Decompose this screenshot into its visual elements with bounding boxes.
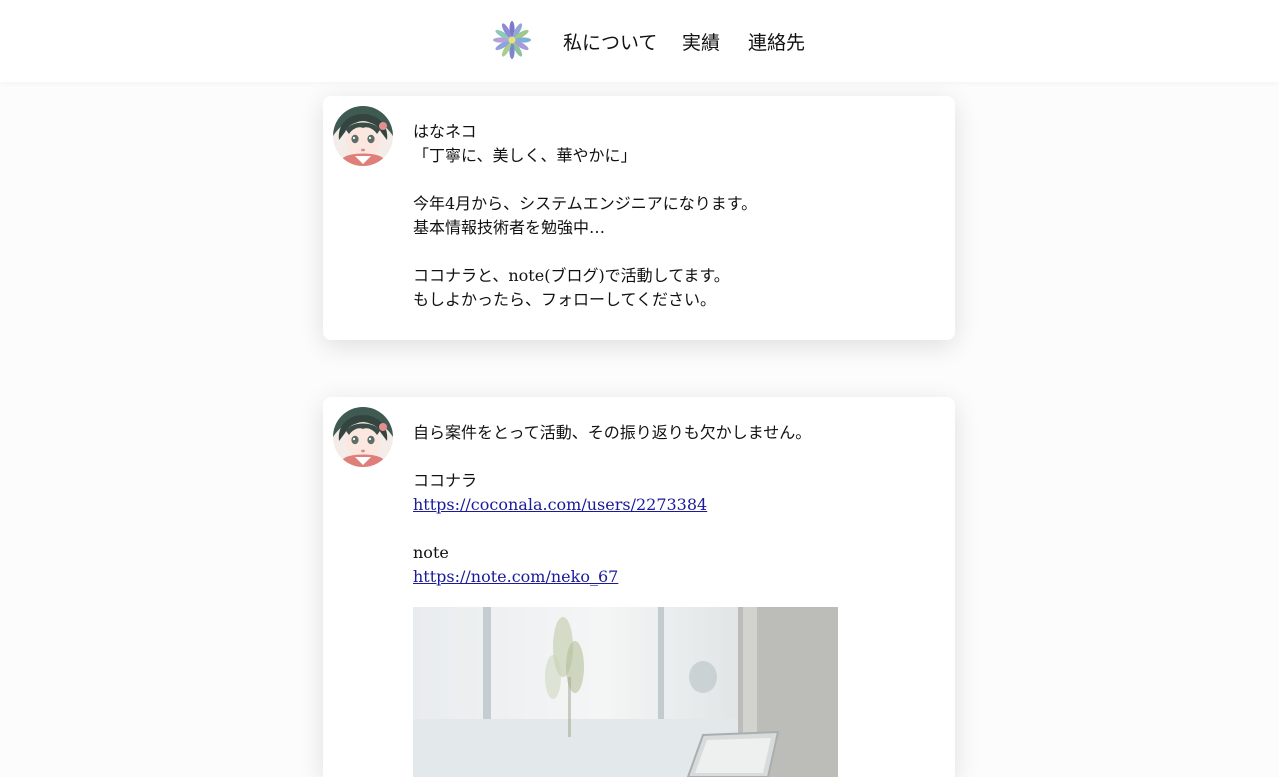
profile-line: 基本情報技術者を勉強中… (413, 218, 606, 237)
works-card: 自ら案件をとって活動、その振り返りも欠かしません。 ココナラ https://c… (323, 397, 955, 777)
profile-line: ココナラと、note(ブログ)で活動してます。 (413, 266, 730, 285)
avatar[interactable] (333, 106, 393, 166)
anime-girl-avatar-icon (333, 106, 393, 166)
note-label: note (413, 543, 449, 562)
office-photo-image (413, 607, 838, 777)
profile-motto: 「丁寧に、美しく、華やかに」 (413, 146, 637, 165)
anime-girl-avatar-icon (333, 407, 393, 467)
site-header: 私について 実績 連絡先 (0, 0, 1279, 82)
profile-line: もしよかったら、フォローしてください。 (413, 290, 717, 309)
coconala-link[interactable]: https://coconala.com/users/2273384 (413, 493, 933, 517)
avatar[interactable] (333, 407, 393, 467)
profile-line: 今年4月から、システムエンジニアになります。 (413, 194, 758, 213)
nav-about-link[interactable]: 私について (563, 30, 657, 56)
coconala-label: ココナラ (413, 471, 478, 490)
works-intro: 自ら案件をとって活動、その振り返りも欠かしません。 (413, 423, 812, 442)
profile-card: はなネコ 「丁寧に、美しく、華やかに」 今年4月から、システムエンジニアになりま… (323, 96, 955, 340)
works-text: 自ら案件をとって活動、その振り返りも欠かしません。 ココナラ https://c… (413, 421, 933, 589)
nav-contact-link[interactable]: 連絡先 (748, 30, 805, 56)
profile-text: はなネコ 「丁寧に、美しく、華やかに」 今年4月から、システムエンジニアになりま… (413, 120, 933, 312)
profile-name: はなネコ (413, 122, 477, 141)
flower-logo-icon[interactable] (493, 21, 531, 59)
office-laptop-photo (413, 607, 838, 777)
nav-works-link[interactable]: 実績 (682, 30, 720, 56)
note-link[interactable]: https://note.com/neko_67 (413, 565, 933, 589)
